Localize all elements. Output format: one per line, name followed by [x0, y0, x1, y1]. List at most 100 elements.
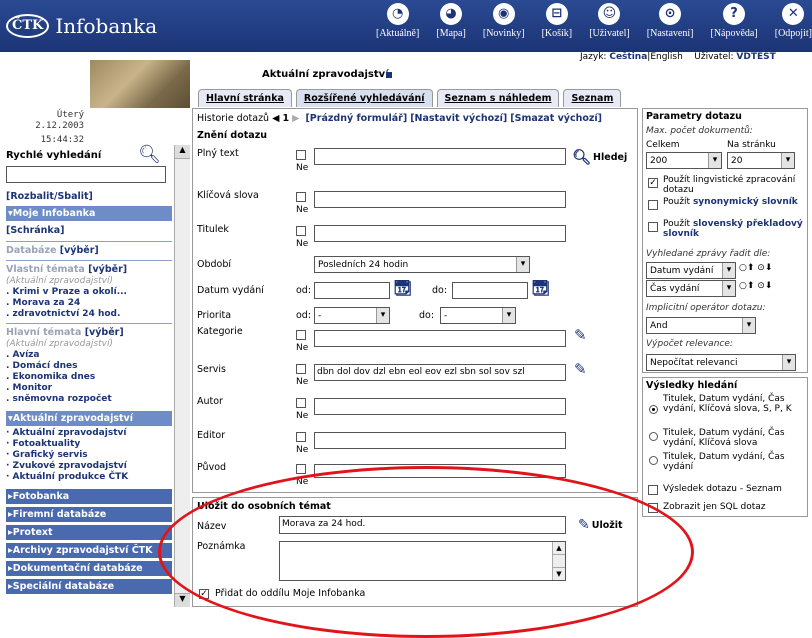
category-negate-checkbox[interactable]	[296, 330, 306, 340]
period-select[interactable]: Posledních 24 hodin ▾	[314, 256, 530, 273]
sidebar-link-schranka[interactable]: [Schránka]	[6, 224, 172, 238]
celkem-select[interactable]: 200 ▾	[646, 152, 722, 169]
result-format-radio-3[interactable]	[649, 456, 658, 465]
list-item[interactable]: · Aktuální produkce ČTK	[6, 472, 172, 483]
list-item[interactable]: . sněmovna rozpočet	[6, 394, 172, 405]
history-next-arrow[interactable]: ▶	[292, 113, 299, 124]
lang-english[interactable]: |English	[647, 52, 683, 62]
expand-collapse-link[interactable]: [Rozbalit/Sbalit]	[6, 190, 172, 204]
sidebar-section[interactable]: ▸Protext	[6, 525, 172, 540]
editor-input[interactable]	[314, 432, 566, 449]
nav-item-clock[interactable]: ◔ [Aktuálně]	[376, 3, 419, 47]
sort2-select[interactable]: Čas vydání ▾	[646, 280, 736, 297]
list-item[interactable]: . zdravotnictví 24 hod.	[6, 309, 172, 320]
keywords-negate-checkbox[interactable]	[296, 192, 306, 202]
date-from-input[interactable]	[314, 282, 390, 299]
list-item[interactable]: · Fotoaktuality	[6, 439, 172, 450]
sort-desc-radio[interactable]: ⊙	[757, 281, 765, 291]
picker-icon[interactable]: ✎	[574, 360, 587, 378]
databaze-pick-link[interactable]: [výběr]	[60, 245, 99, 256]
priority-to-select[interactable]: - ▾	[440, 307, 516, 324]
list-item[interactable]: · Zvukové zpravodajství	[6, 461, 172, 472]
sidebar-scrollbar[interactable]: ▲ ▼	[174, 145, 190, 607]
search-icon[interactable]: 🔍︎	[138, 144, 161, 165]
title-negate-checkbox[interactable]	[296, 226, 306, 236]
clear-default-link[interactable]: [Smazat výchozí]	[510, 113, 602, 124]
service-input[interactable]: dbn dol dov dzl ebn eol eov ezl sbn sol …	[314, 364, 566, 381]
tab-advanced-search[interactable]: Rozšířené vyhledávání	[295, 89, 433, 107]
keywords-input[interactable]	[314, 191, 566, 208]
save-button[interactable]: ✎ Uložit	[578, 517, 623, 533]
slovak-checkbox[interactable]	[648, 222, 658, 232]
synonym-link[interactable]: synonymický slovník	[693, 197, 798, 207]
brand-logo[interactable]: ČTK Infobanka	[6, 14, 157, 38]
list-item[interactable]: · Aktuální zpravodajství	[6, 428, 172, 439]
sort2-order[interactable]: ○⬆ ⊙⬇	[739, 281, 772, 291]
fulltext-input[interactable]	[314, 148, 566, 165]
hlavni-pick-link[interactable]: [výběr]	[85, 327, 124, 338]
nav-item-globe[interactable]: ◕ [Mapa]	[436, 3, 466, 47]
priority-from-select[interactable]: - ▾	[314, 307, 390, 324]
service-negate-checkbox[interactable]	[296, 364, 306, 374]
sidebar-head-moje[interactable]: ▾Moje Infobanka	[6, 206, 172, 221]
editor-negate-checkbox[interactable]	[296, 432, 306, 442]
list-item[interactable]: . Domácí dnes	[6, 361, 172, 372]
sidebar-head-aktualni[interactable]: ▾Aktuální zpravodajství	[6, 411, 172, 426]
nav-item-cart[interactable]: ⊟ [Košík]	[542, 3, 572, 47]
author-negate-checkbox[interactable]	[296, 398, 306, 408]
nav-item-logout[interactable]: ✕ [Odpojit]	[775, 3, 812, 47]
add-to-moje-checkbox[interactable]: ✓	[199, 588, 209, 599]
category-input[interactable]	[314, 330, 566, 347]
operator-select[interactable]: And ▾	[646, 317, 756, 334]
lang-czech[interactable]: Čeština	[609, 52, 647, 62]
nav-item-help[interactable]: ? [Nápověda]	[710, 3, 758, 47]
list-item[interactable]: . Morava za 24	[6, 298, 172, 309]
scroll-up-arrow[interactable]: ▲	[175, 145, 190, 159]
list-item[interactable]: . Monitor	[6, 383, 172, 394]
set-default-link[interactable]: [Nastavit výchozí]	[410, 113, 507, 124]
per-page-select[interactable]: 20 ▾	[727, 152, 795, 169]
quick-search-input[interactable]	[6, 166, 166, 183]
history-prev-arrow[interactable]: ◀	[272, 113, 279, 124]
tab-list[interactable]: Seznam	[563, 89, 622, 107]
sql-only-checkbox[interactable]	[648, 503, 658, 513]
list-item[interactable]: . Avíza	[6, 350, 172, 361]
list-item[interactable]: . Krimi v Praze a okolí...	[6, 287, 172, 298]
sort1-order[interactable]: ○⬆ ⊙⬇	[739, 263, 772, 273]
scroll-up-arrow[interactable]: ▲	[553, 542, 565, 555]
result-format-radio-1[interactable]	[649, 405, 658, 414]
sidebar-section[interactable]: ▸Firemní databáze	[6, 507, 172, 522]
note-scrollbar[interactable]: ▲ ▼	[552, 542, 565, 580]
sidebar-section[interactable]: ▸Speciální databáze	[6, 579, 172, 594]
note-textarea[interactable]: ▲ ▼	[279, 541, 566, 581]
picker-icon[interactable]: ✎	[574, 326, 587, 344]
calendar-icon[interactable]: 📆︎	[393, 279, 412, 297]
synonym-checkbox[interactable]	[648, 200, 658, 210]
sidebar-section[interactable]: ▸Archivy zpravodajství ČTK	[6, 543, 172, 558]
search-button[interactable]: 🔍︎ Hledej	[572, 148, 627, 166]
ling-checkbox[interactable]: ✓	[648, 178, 658, 188]
result-list-checkbox[interactable]	[648, 485, 658, 495]
calendar-icon[interactable]: 📆︎	[531, 279, 550, 297]
sort-desc-radio[interactable]: ⊙	[757, 263, 765, 273]
date-to-input[interactable]	[452, 282, 528, 299]
relevance-select[interactable]: Nepočítat relevanci ▾	[646, 354, 796, 371]
save-name-input[interactable]: Morava za 24 hod.	[279, 516, 566, 534]
vlastni-pick-link[interactable]: [výběr]	[88, 264, 127, 275]
title-input[interactable]	[314, 225, 566, 242]
nav-item-user[interactable]: ☺ [Uživatel]	[589, 3, 630, 47]
author-input[interactable]	[314, 398, 566, 415]
tab-main-page[interactable]: Hlavní stránka	[198, 89, 292, 107]
list-item[interactable]: · Grafický servis	[6, 450, 172, 461]
empty-form-link[interactable]: [Prázdný formulář]	[305, 113, 407, 124]
sort1-select[interactable]: Datum vydání ▾	[646, 262, 736, 279]
origin-input[interactable]	[314, 464, 566, 478]
sidebar-section[interactable]: ▸Dokumentační databáze	[6, 561, 172, 576]
result-format-radio-2[interactable]	[649, 432, 658, 441]
scroll-down-arrow[interactable]: ▼	[175, 593, 190, 607]
scroll-down-arrow[interactable]: ▼	[553, 567, 565, 580]
fulltext-negate-checkbox[interactable]	[296, 150, 306, 160]
list-item[interactable]: . Ekonomika dnes	[6, 372, 172, 383]
tab-list-preview[interactable]: Seznam s náhledem	[436, 89, 560, 107]
nav-item-settings[interactable]: ⊙ [Nastavení]	[647, 3, 693, 47]
